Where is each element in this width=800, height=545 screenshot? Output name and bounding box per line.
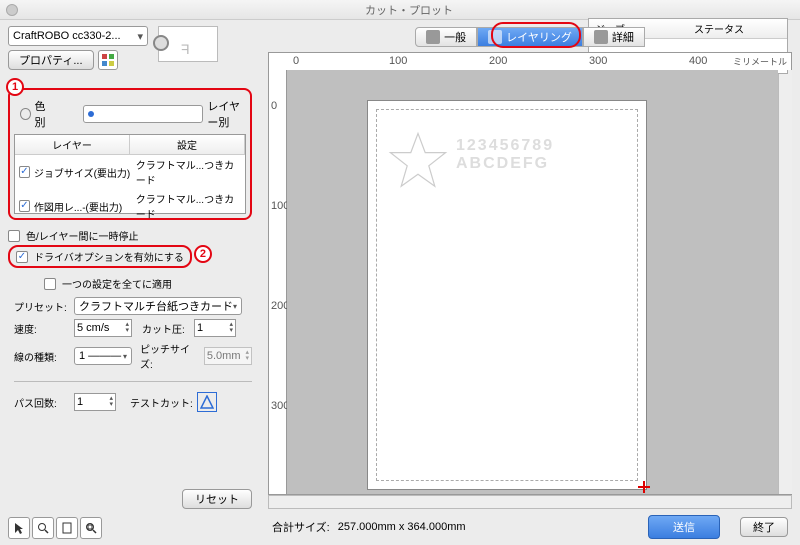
passes-label: パス回数: [14,395,70,410]
pointer-tool-icon[interactable] [8,517,30,539]
window-close-icon[interactable] [6,4,18,16]
detail-icon [594,30,608,44]
line-type-label: 線の種類: [14,349,70,364]
ruler-vertical: 0 100 200 300 [269,70,287,494]
preset-label: プリセット: [14,299,70,314]
cut-pressure-input[interactable]: 1▴▾ [194,319,236,337]
annotation-ring [491,22,581,48]
device-select[interactable]: CraftROBO cc330-2...▾ [8,26,148,46]
layer-table: レイヤー 設定 ジョブサイズ(要出力) クラフトマル...つきカード 作図用レ.… [14,134,246,214]
enable-driver-options-check[interactable]: ドライバオプションを有効にする 2 [8,245,192,268]
window-title: カット・プロット [24,2,794,18]
titlebar: カット・プロット [0,0,800,20]
tab-detail[interactable]: 詳細 [583,27,645,47]
reset-button[interactable]: リセット [182,489,252,509]
close-button[interactable]: 終了 [740,517,788,537]
zoom-toolbar [8,517,102,539]
properties-button[interactable]: プロパティ... [8,50,94,70]
preset-select[interactable]: クラフトマルチ台紙つきカード▾ [74,297,242,315]
total-size-value: 257.000mm x 364.000mm [338,521,466,533]
annotation-1: 1 [6,78,24,96]
row-checkbox[interactable] [19,166,30,178]
general-icon [426,30,440,44]
apply-one-setting-check[interactable]: 一つの設定を全てに適用 [44,274,252,293]
col-setting: 設定 [130,135,245,154]
speed-label: 速度: [14,321,70,336]
total-size-label: 合計サイズ: [272,519,330,535]
scrollbar-horizontal[interactable] [268,495,792,509]
test-cut-button[interactable] [197,392,217,412]
page-preview: 123456789 ABCDEFG [367,100,647,490]
table-row[interactable]: 作図用レ...-(要出力) クラフトマル...つきカード [15,189,245,223]
speed-input[interactable]: 5 cm/s▴▾ [74,319,132,337]
pitch-input[interactable]: 5.0mm▴▾ [204,347,252,365]
star-shape [388,131,448,191]
cut-pressure-label: カット圧: [142,321,190,336]
col-layer: レイヤー [15,135,130,154]
annotation-2: 2 [194,245,212,263]
radio-by-layer[interactable]: レイヤー別 [83,98,240,130]
sample-text: 123456789 ABCDEFG [456,137,554,173]
preview-canvas[interactable]: 123456789 ABCDEFG [287,70,778,494]
radio-by-color[interactable]: 色別 [20,98,53,130]
zoom-icon[interactable] [32,517,54,539]
table-row[interactable]: ジョブサイズ(要出力) クラフトマル...つきカード [15,155,245,189]
fit-page-icon[interactable] [56,517,78,539]
scrollbar-vertical[interactable] [778,70,792,494]
pause-between-check[interactable]: 色/レイヤー間に一時停止 [8,226,252,245]
passes-input[interactable]: 1▴▾ [74,393,116,411]
tabbar: 一般 レイヤリング 詳細 [268,26,792,48]
device-name: CraftROBO cc330-2... [13,30,121,42]
layer-selection-panel: 1 色別 レイヤー別 レイヤー 設定 ジョブサイズ(要出力) クラフトマル...… [8,88,252,220]
test-cut-label: テストカット: [130,395,193,410]
origin-marker-icon [638,481,650,493]
pitch-label: ピッチサイズ: [140,341,200,371]
color-swatch-icon[interactable] [98,50,118,70]
zoom-object-icon[interactable] [80,517,102,539]
row-checkbox[interactable] [19,200,30,212]
tab-general[interactable]: 一般 [415,27,477,47]
line-type-select[interactable]: 1 ———▾ [74,347,132,365]
plotter-icon [158,26,218,62]
ruler-horizontal: 0 100 200 300 400 ミリメートル [268,52,792,70]
send-button[interactable]: 送信 [648,515,720,539]
